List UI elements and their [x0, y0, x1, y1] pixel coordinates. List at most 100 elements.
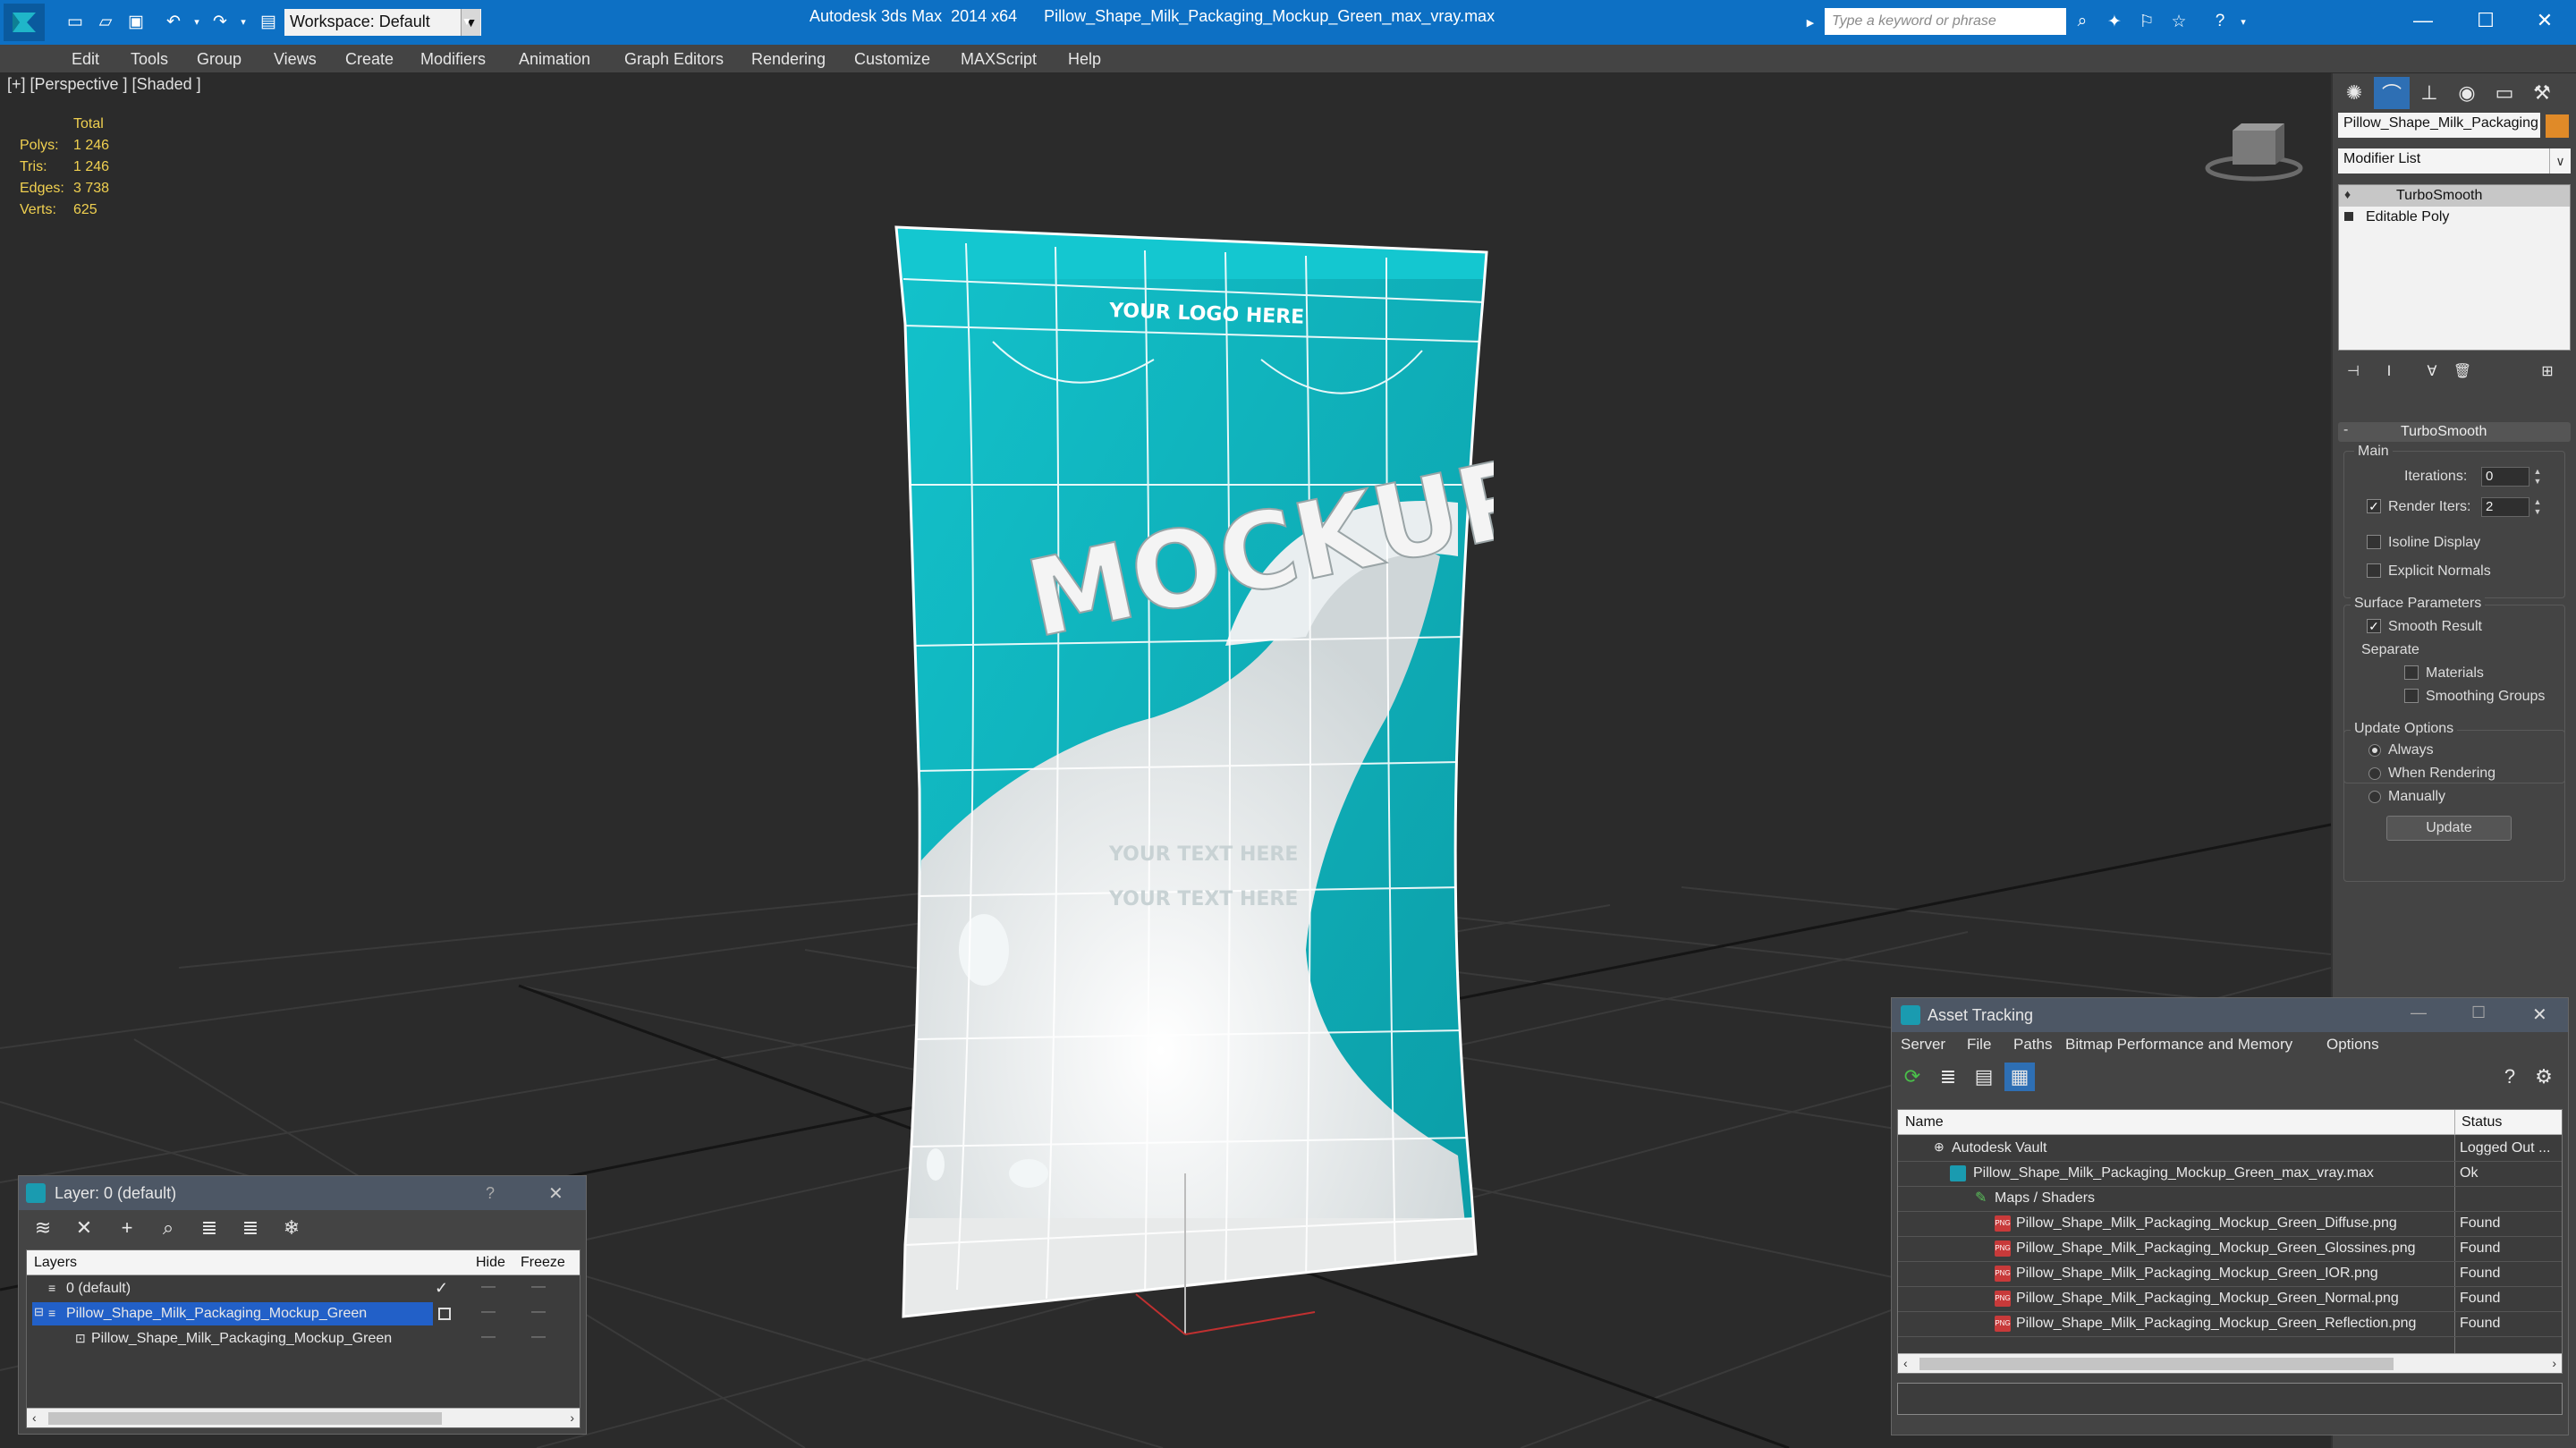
asset-row[interactable]: PNG Pillow_Shape_Milk_Packaging_Mockup_G…: [1898, 1312, 2562, 1337]
pin-stack-icon[interactable]: ⊣: [2340, 358, 2367, 385]
menu-rendering[interactable]: Rendering: [751, 50, 826, 69]
redo-history-icon[interactable]: ▾: [231, 9, 256, 34]
bulb-icon[interactable]: ♦: [2344, 187, 2351, 201]
redo-icon[interactable]: ↷: [208, 9, 233, 34]
asset-path-field[interactable]: [1897, 1383, 2563, 1415]
layer-window-titlebar[interactable]: Layer: 0 (default) ? ✕: [19, 1176, 586, 1210]
minimize-button[interactable]: —: [2392, 0, 2454, 40]
hide-toggle[interactable]: —: [481, 1279, 496, 1295]
asset-window-titlebar[interactable]: Asset Tracking — ☐ ✕: [1892, 998, 2568, 1032]
menu-help[interactable]: Help: [1068, 50, 1101, 69]
hide-toggle[interactable]: —: [481, 1304, 496, 1320]
help-dropdown-icon[interactable]: ▾: [2231, 9, 2256, 34]
smooth-result-checkbox[interactable]: ✓: [2367, 619, 2381, 633]
refresh-icon[interactable]: ⟳: [1897, 1063, 1928, 1091]
smoothing-groups-checkbox[interactable]: [2404, 689, 2419, 703]
layer-row[interactable]: ⊟ ≡ Pillow_Shape_Milk_Packaging_Mockup_G…: [27, 1302, 580, 1327]
milk-package-model[interactable]: YOUR LOGO HERE MOCKUP YOUR TEXT HERE YOU…: [886, 216, 1494, 1397]
menu-graph-editors[interactable]: Graph Editors: [624, 50, 724, 69]
iterations-spinner[interactable]: 0: [2481, 467, 2529, 487]
freeze-toggle[interactable]: —: [531, 1279, 546, 1295]
search-arrow-icon[interactable]: ▶: [1800, 11, 1821, 34]
grid-view-icon[interactable]: ▦: [2004, 1063, 2035, 1091]
object-name-field[interactable]: Pillow_Shape_Milk_Packaging: [2338, 113, 2540, 138]
viewcube-icon[interactable]: [2200, 118, 2308, 190]
asset-row[interactable]: PNG Pillow_Shape_Milk_Packaging_Mockup_G…: [1898, 1212, 2562, 1237]
iterations-spinner-arrows-icon[interactable]: ▲ ▼: [2531, 467, 2544, 487]
hide-all-icon[interactable]: ≣: [235, 1214, 266, 1242]
asset-menu-file[interactable]: File: [1967, 1036, 1991, 1054]
scroll-thumb[interactable]: [1919, 1358, 2394, 1370]
when-rendering-radio[interactable]: [2368, 767, 2381, 780]
freeze-all-icon[interactable]: ❄: [276, 1214, 307, 1242]
col-layers[interactable]: Layers: [34, 1255, 77, 1271]
new-file-icon[interactable]: ▭: [63, 9, 88, 34]
scroll-right-icon[interactable]: ›: [570, 1410, 574, 1425]
favorites-star-icon[interactable]: ☆: [2166, 9, 2191, 34]
expand-icon[interactable]: [2344, 212, 2353, 221]
scroll-thumb[interactable]: [48, 1412, 442, 1425]
turbosmooth-rollout-header[interactable]: - TurboSmooth: [2338, 422, 2571, 442]
layer-list-scrollbar[interactable]: ‹ ›: [27, 1408, 580, 1427]
hierarchy-tab-icon[interactable]: ⊥: [2411, 77, 2447, 109]
asset-row[interactable]: PNG Pillow_Shape_Milk_Packaging_Mockup_G…: [1898, 1287, 2562, 1312]
menu-maxscript[interactable]: MAXScript: [961, 50, 1037, 69]
make-unique-icon[interactable]: ∀: [2419, 358, 2445, 385]
active-layer-check-icon[interactable]: ✓: [435, 1279, 448, 1298]
update-button[interactable]: Update: [2386, 816, 2512, 841]
scroll-left-icon[interactable]: ‹: [32, 1410, 37, 1425]
asset-row[interactable]: PNG Pillow_Shape_Milk_Packaging_Mockup_G…: [1898, 1237, 2562, 1262]
display-tab-icon[interactable]: ▭: [2487, 77, 2522, 109]
undo-icon[interactable]: ↶: [161, 9, 186, 34]
workspace-select[interactable]: Workspace: Default: [284, 9, 481, 36]
layer-window-help-button[interactable]: ?: [486, 1184, 495, 1203]
col-name[interactable]: Name: [1905, 1114, 1944, 1130]
col-freeze[interactable]: Freeze: [521, 1255, 565, 1271]
show-end-result-icon[interactable]: Ⅰ: [2376, 358, 2402, 385]
subscription-icon[interactable]: ✦: [2102, 9, 2127, 34]
motion-tab-icon[interactable]: ◉: [2449, 77, 2485, 109]
layer-row[interactable]: ≡ 0 (default) ✓ — —: [27, 1277, 580, 1302]
menu-group[interactable]: Group: [197, 50, 242, 69]
asset-menu-server[interactable]: Server: [1901, 1036, 1945, 1054]
search-input[interactable]: Type a keyword or phrase: [1825, 8, 2066, 35]
configure-sets-icon[interactable]: ⊞: [2531, 358, 2563, 385]
modifier-stack[interactable]: ♦ TurboSmooth Editable Poly: [2338, 184, 2571, 351]
menu-create[interactable]: Create: [345, 50, 394, 69]
manually-radio[interactable]: [2368, 791, 2381, 803]
add-to-layer-icon[interactable]: +: [112, 1214, 142, 1242]
help-icon[interactable]: ?: [2207, 9, 2233, 34]
menu-modifiers[interactable]: Modifiers: [420, 50, 486, 69]
layer-list[interactable]: Layers Hide Freeze ≡ 0 (default) ✓ — — ⊟…: [26, 1249, 580, 1428]
asset-row[interactable]: Pillow_Shape_Milk_Packaging_Mockup_Green…: [1898, 1162, 2562, 1187]
binoculars-icon[interactable]: ⌕: [2070, 9, 2095, 34]
render-iters-checkbox[interactable]: ✓: [2367, 499, 2381, 513]
select-objects-icon[interactable]: ⌕: [153, 1214, 183, 1242]
communication-center-icon[interactable]: ⚐: [2134, 9, 2159, 34]
object-color-swatch[interactable]: [2546, 114, 2569, 138]
collapse-icon[interactable]: -: [2343, 422, 2348, 438]
menu-views[interactable]: Views: [274, 50, 317, 69]
asset-minimize-button[interactable]: —: [2411, 1003, 2427, 1022]
asset-menu-bitmap-performance[interactable]: Bitmap Performance and Memory: [2065, 1036, 2292, 1054]
col-status[interactable]: Status: [2462, 1114, 2502, 1130]
create-layer-icon[interactable]: ≋: [28, 1214, 58, 1242]
layer-row[interactable]: ⊡ Pillow_Shape_Milk_Packaging_Mockup_Gre…: [27, 1327, 580, 1352]
highlight-selected-icon[interactable]: ≣: [194, 1214, 225, 1242]
asset-menu-options[interactable]: Options: [2326, 1036, 2379, 1054]
asset-menu-paths[interactable]: Paths: [2013, 1036, 2052, 1054]
freeze-toggle[interactable]: —: [531, 1304, 546, 1320]
active-layer-box[interactable]: [438, 1308, 451, 1320]
modifier-list-dropdown[interactable]: Modifier List: [2338, 148, 2549, 174]
render-iters-spinner-arrows-icon[interactable]: ▲ ▼: [2531, 497, 2544, 517]
hide-toggle[interactable]: —: [481, 1329, 496, 1345]
delete-layer-icon[interactable]: ✕: [69, 1214, 99, 1242]
asset-tree-scrollbar[interactable]: ‹ ›: [1898, 1353, 2562, 1373]
isoline-display-checkbox[interactable]: [2367, 535, 2381, 549]
scroll-left-icon[interactable]: ‹: [1903, 1356, 1908, 1370]
open-file-icon[interactable]: ▱: [93, 9, 118, 34]
asset-close-button[interactable]: ✕: [2532, 1003, 2547, 1026]
menu-edit[interactable]: Edit: [72, 50, 99, 69]
maximize-button[interactable]: ☐: [2454, 0, 2517, 40]
freeze-toggle[interactable]: —: [531, 1329, 546, 1345]
